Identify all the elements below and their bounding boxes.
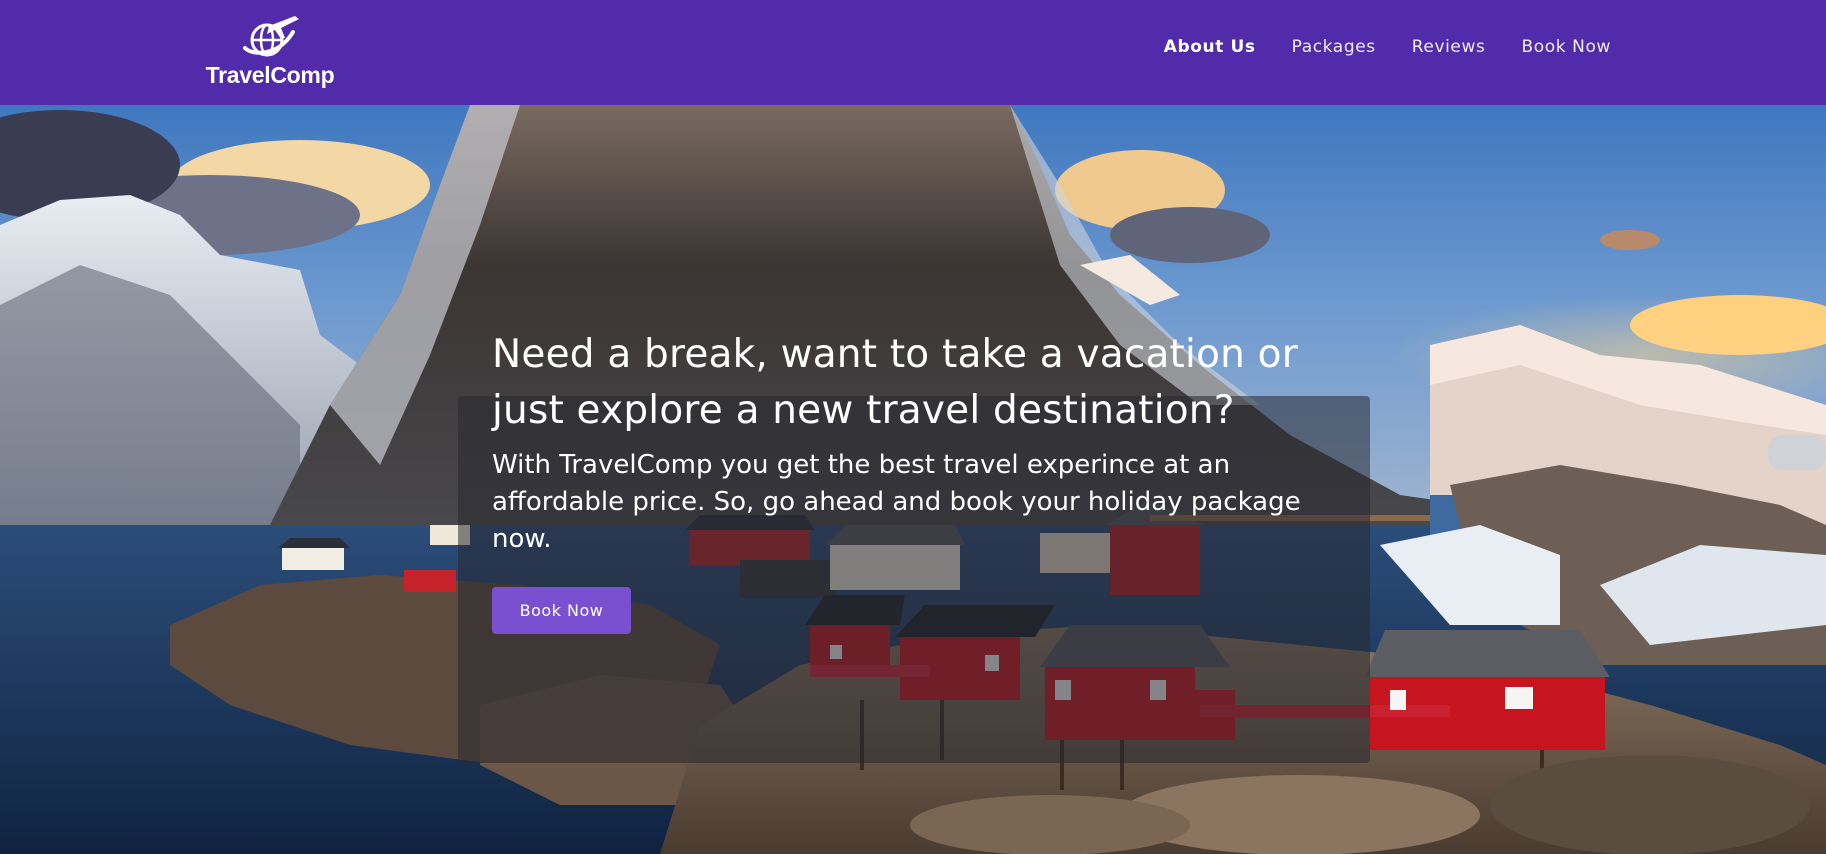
- book-now-button[interactable]: Book Now: [492, 587, 631, 634]
- main-nav: About Us Packages Reviews Book Now: [1164, 37, 1611, 57]
- hero-subtext: With TravelComp you get the best travel …: [492, 450, 1301, 554]
- nav-about-us[interactable]: About Us: [1164, 37, 1256, 57]
- brand-logo[interactable]: TravelComp: [200, 12, 340, 92]
- nav-book-now[interactable]: Book Now: [1521, 37, 1611, 57]
- nav-packages[interactable]: Packages: [1292, 37, 1376, 57]
- brand-name: TravelComp: [205, 62, 335, 88]
- nav-reviews[interactable]: Reviews: [1412, 37, 1486, 57]
- globe-airplane-icon: [243, 16, 299, 57]
- hero-headline: Need a break, want to take a vacation or…: [492, 332, 1298, 433]
- top-navbar: TravelComp About Us Packages Reviews Boo…: [0, 0, 1826, 105]
